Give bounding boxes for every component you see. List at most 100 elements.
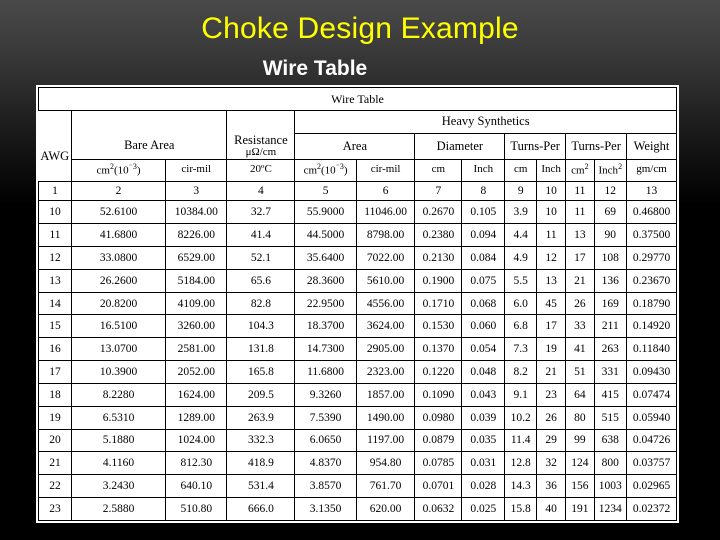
cell-col-13: 0.04726 [626,428,677,453]
cell-col-13: 0.46800 [626,200,677,225]
cell-col-2: 6.5310 [71,405,167,430]
cell-col-7: 0.2130 [414,245,463,270]
cell-col-9: 3.9 [504,200,538,225]
cell-col-4: 41.4 [226,223,296,247]
cell-awg: 19 [37,405,73,430]
cell-col-13: 0.07474 [626,382,677,407]
cell-col-2: 52.6100 [71,200,167,225]
cell-col-7: 0.1710 [414,291,463,316]
cell-col-2: 5.1880 [71,428,167,453]
cell-awg: 15 [37,314,73,339]
table-row: 16 13.0700 2581.00 131.8 14.7300 2905.00 0.137… [37,337,677,362]
cell-col-11: 17 [565,245,595,270]
cell-col-4: 104.3 [226,314,296,339]
column-number-row: 1 2 3 4 5 6 7 8 9 10 11 12 13 [37,180,677,202]
column-number-4: 4 [226,180,296,202]
cell-col-5: 35.6400 [294,245,357,270]
cell-col-10: 17 [536,314,567,339]
cell-col-3: 1624.00 [165,382,228,407]
page-subtitle: Wire Table [262,57,368,80]
column-number-9: 9 [504,180,538,202]
cell-col-8: 0.048 [461,360,506,384]
cell-col-10: 32 [536,451,567,476]
group-header-weight: Weight [626,132,677,160]
table-row: 10 52.6100 10384.00 32.7 55.9000 11046.00 0.26… [37,200,677,225]
cell-col-8: 0.084 [461,245,506,270]
cell-col-6: 3624.00 [355,314,416,339]
cell-col-11: 13 [565,223,595,247]
cell-col-9: 4.4 [504,223,538,247]
column-number-8: 8 [461,180,506,202]
cell-awg: 10 [37,200,73,225]
cell-col-6: 1857.00 [355,382,416,407]
cell-col-7: 0.0785 [414,451,463,476]
table-row: 12 33.0800 6529.00 52.1 35.6400 7022.00 0.2130… [37,245,677,270]
resistance-line-1: Resistance [234,132,288,147]
cell-col-12: 169 [593,291,628,316]
cell-col-7: 0.2670 [414,200,463,225]
cell-col-3: 5184.00 [165,268,228,293]
cell-col-2: 10.3900 [71,360,167,384]
cell-col-13: 0.29770 [626,245,677,270]
cell-col-11: 80 [565,405,595,430]
cell-col-9: 14.3 [504,474,538,499]
cell-col-8: 0.094 [461,223,506,247]
cell-col-3: 6529.00 [165,245,228,270]
cell-col-5: 7.5390 [294,405,357,430]
cell-col-11: 124 [565,451,595,476]
cell-col-10: 26 [536,405,567,430]
cell-col-5: 18.3700 [294,314,357,339]
cell-col-2: 20.8200 [71,291,167,316]
cell-col-2: 2.5880 [71,497,167,521]
cell-col-11: 51 [565,360,595,384]
cell-col-2: 26.2600 [71,268,167,293]
cell-col-11: 191 [565,497,595,521]
cell-col-12: 515 [593,405,628,430]
cell-col-8: 0.043 [461,382,506,407]
cell-col-10: 36 [536,474,567,499]
table-row: 23 2.5880 510.80 666.0 3.1350 620.00 0.0632 0.0… [37,497,677,521]
cell-col-13: 0.14920 [626,314,677,339]
column-number-6: 6 [355,180,416,202]
cell-col-6: 11046.00 [355,200,416,225]
cell-col-9: 11.4 [504,428,538,453]
group-header-heavy-synthetics: Heavy Synthetics [294,109,677,134]
cell-col-3: 510.80 [165,497,228,521]
column-number-11: 11 [565,180,595,202]
cell-col-11: 33 [565,314,595,339]
cell-col-8: 0.039 [461,405,506,430]
cell-col-6: 7022.00 [355,245,416,270]
cell-col-12: 136 [593,268,628,293]
cell-col-7: 0.1530 [414,314,463,339]
cell-awg: 12 [37,245,73,270]
cell-col-13: 0.02372 [626,497,677,521]
cell-col-7: 0.0701 [414,474,463,499]
cell-col-9: 9.1 [504,382,538,407]
cell-col-13: 0.37500 [626,223,677,247]
unit-header-12: Inch2 [593,158,628,182]
cell-col-3: 640.10 [165,474,228,499]
cell-col-4: 52.1 [226,245,296,270]
table-row: 14 20.8200 4109.00 82.8 22.9500 4556.00 0.1710… [37,291,677,316]
cell-col-11: 26 [565,291,595,316]
cell-col-9: 7.3 [504,337,538,362]
column-number-2: 2 [71,180,167,202]
cell-col-4: 131.8 [226,337,296,362]
cell-awg: 13 [37,268,73,293]
unit-header-7: cm [414,158,463,182]
cell-col-10: 13 [536,268,567,293]
cell-col-11: 21 [565,268,595,293]
cell-col-5: 3.1350 [294,497,357,521]
group-header-diameter: Diameter [414,132,506,160]
table-row: 15 16.5100 3260.00 104.3 18.3700 3624.00 0.153… [37,314,677,339]
cell-col-4: 209.5 [226,382,296,407]
column-number-12: 12 [593,180,628,202]
unit-header-8: Inch [461,158,506,182]
unit-header-13: gm/cm [626,158,677,182]
cell-col-2: 8.2280 [71,382,167,407]
cell-col-12: 108 [593,245,628,270]
cell-col-8: 0.028 [461,474,506,499]
page-title: Choke Design Example [201,12,519,45]
table-row: 17 10.3900 2052.00 165.8 11.6800 2323.00 0.122… [37,360,677,384]
table-caption-row: Wire Table [38,87,677,111]
